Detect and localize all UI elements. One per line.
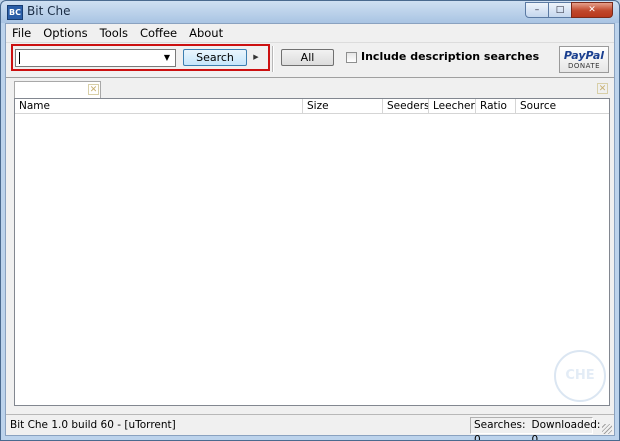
include-description-checkbox[interactable]: [346, 52, 357, 63]
maximize-button[interactable]: □: [548, 2, 572, 18]
include-description-label[interactable]: Include description searches: [361, 50, 539, 63]
search-input[interactable]: ▼: [15, 49, 176, 67]
all-button[interactable]: All: [281, 49, 334, 66]
status-bar: Bit Che 1.0 build 60 - [uTorrent] Search…: [6, 414, 614, 441]
status-downloaded: Downloaded: 0: [531, 419, 601, 441]
menu-bar: File Options Tools Coffee About: [6, 24, 614, 42]
close-all-tabs-icon[interactable]: ✕: [597, 83, 608, 94]
minimize-button[interactable]: –: [525, 2, 549, 18]
paypal-donate-button[interactable]: PayPal DONATE: [559, 46, 609, 73]
text-caret: [19, 52, 20, 64]
column-header-source[interactable]: Source: [516, 99, 609, 113]
dropdown-arrow-icon[interactable]: ▼: [161, 50, 173, 66]
search-toolbar: ▼ Search ▶ All Include description searc…: [6, 42, 614, 78]
client-area: File Options Tools Coffee About ▼ Search…: [5, 23, 615, 441]
column-header-leechers[interactable]: Leechers: [429, 99, 476, 113]
window-controls: – □ ✕: [525, 2, 613, 18]
bit-che-watermark-logo: CHE: [554, 350, 606, 402]
title-bar[interactable]: BC Bit Che – □ ✕: [1, 1, 619, 23]
status-version-text: Bit Che 1.0 build 60 - [uTorrent]: [10, 419, 176, 431]
results-list[interactable]: Name Size Seeders Leechers Ratio Source: [14, 98, 610, 406]
search-button[interactable]: Search: [183, 49, 247, 66]
window-title: Bit Che: [27, 4, 71, 18]
column-header-name[interactable]: Name: [15, 99, 303, 113]
resize-grip-icon[interactable]: [602, 424, 612, 434]
status-counters: Searches: 0 Downloaded: 0: [470, 417, 600, 441]
status-searches: Searches: 0: [474, 419, 526, 441]
menu-about[interactable]: About: [183, 24, 229, 42]
menu-coffee[interactable]: Coffee: [134, 24, 183, 42]
tab-close-icon[interactable]: ✕: [88, 84, 99, 95]
toolbar-separator: [272, 46, 274, 72]
menu-file[interactable]: File: [6, 24, 37, 42]
paypal-logo: PayPal: [563, 49, 605, 62]
results-list-header: Name Size Seeders Leechers Ratio Source: [15, 99, 609, 114]
column-header-ratio[interactable]: Ratio: [476, 99, 516, 113]
menu-options[interactable]: Options: [37, 24, 93, 42]
paypal-donate-label: DONATE: [567, 62, 601, 70]
menu-tools[interactable]: Tools: [94, 24, 134, 42]
app-window: BC Bit Che – □ ✕ File Options Tools Coff…: [0, 0, 620, 441]
bit-che-app-icon[interactable]: BC: [7, 5, 23, 20]
close-button[interactable]: ✕: [571, 2, 613, 18]
column-header-seeders[interactable]: Seeders: [383, 99, 429, 113]
column-header-size[interactable]: Size: [303, 99, 383, 113]
search-options-arrow-icon[interactable]: ▶: [251, 49, 261, 66]
results-tab[interactable]: ✕: [14, 81, 101, 99]
